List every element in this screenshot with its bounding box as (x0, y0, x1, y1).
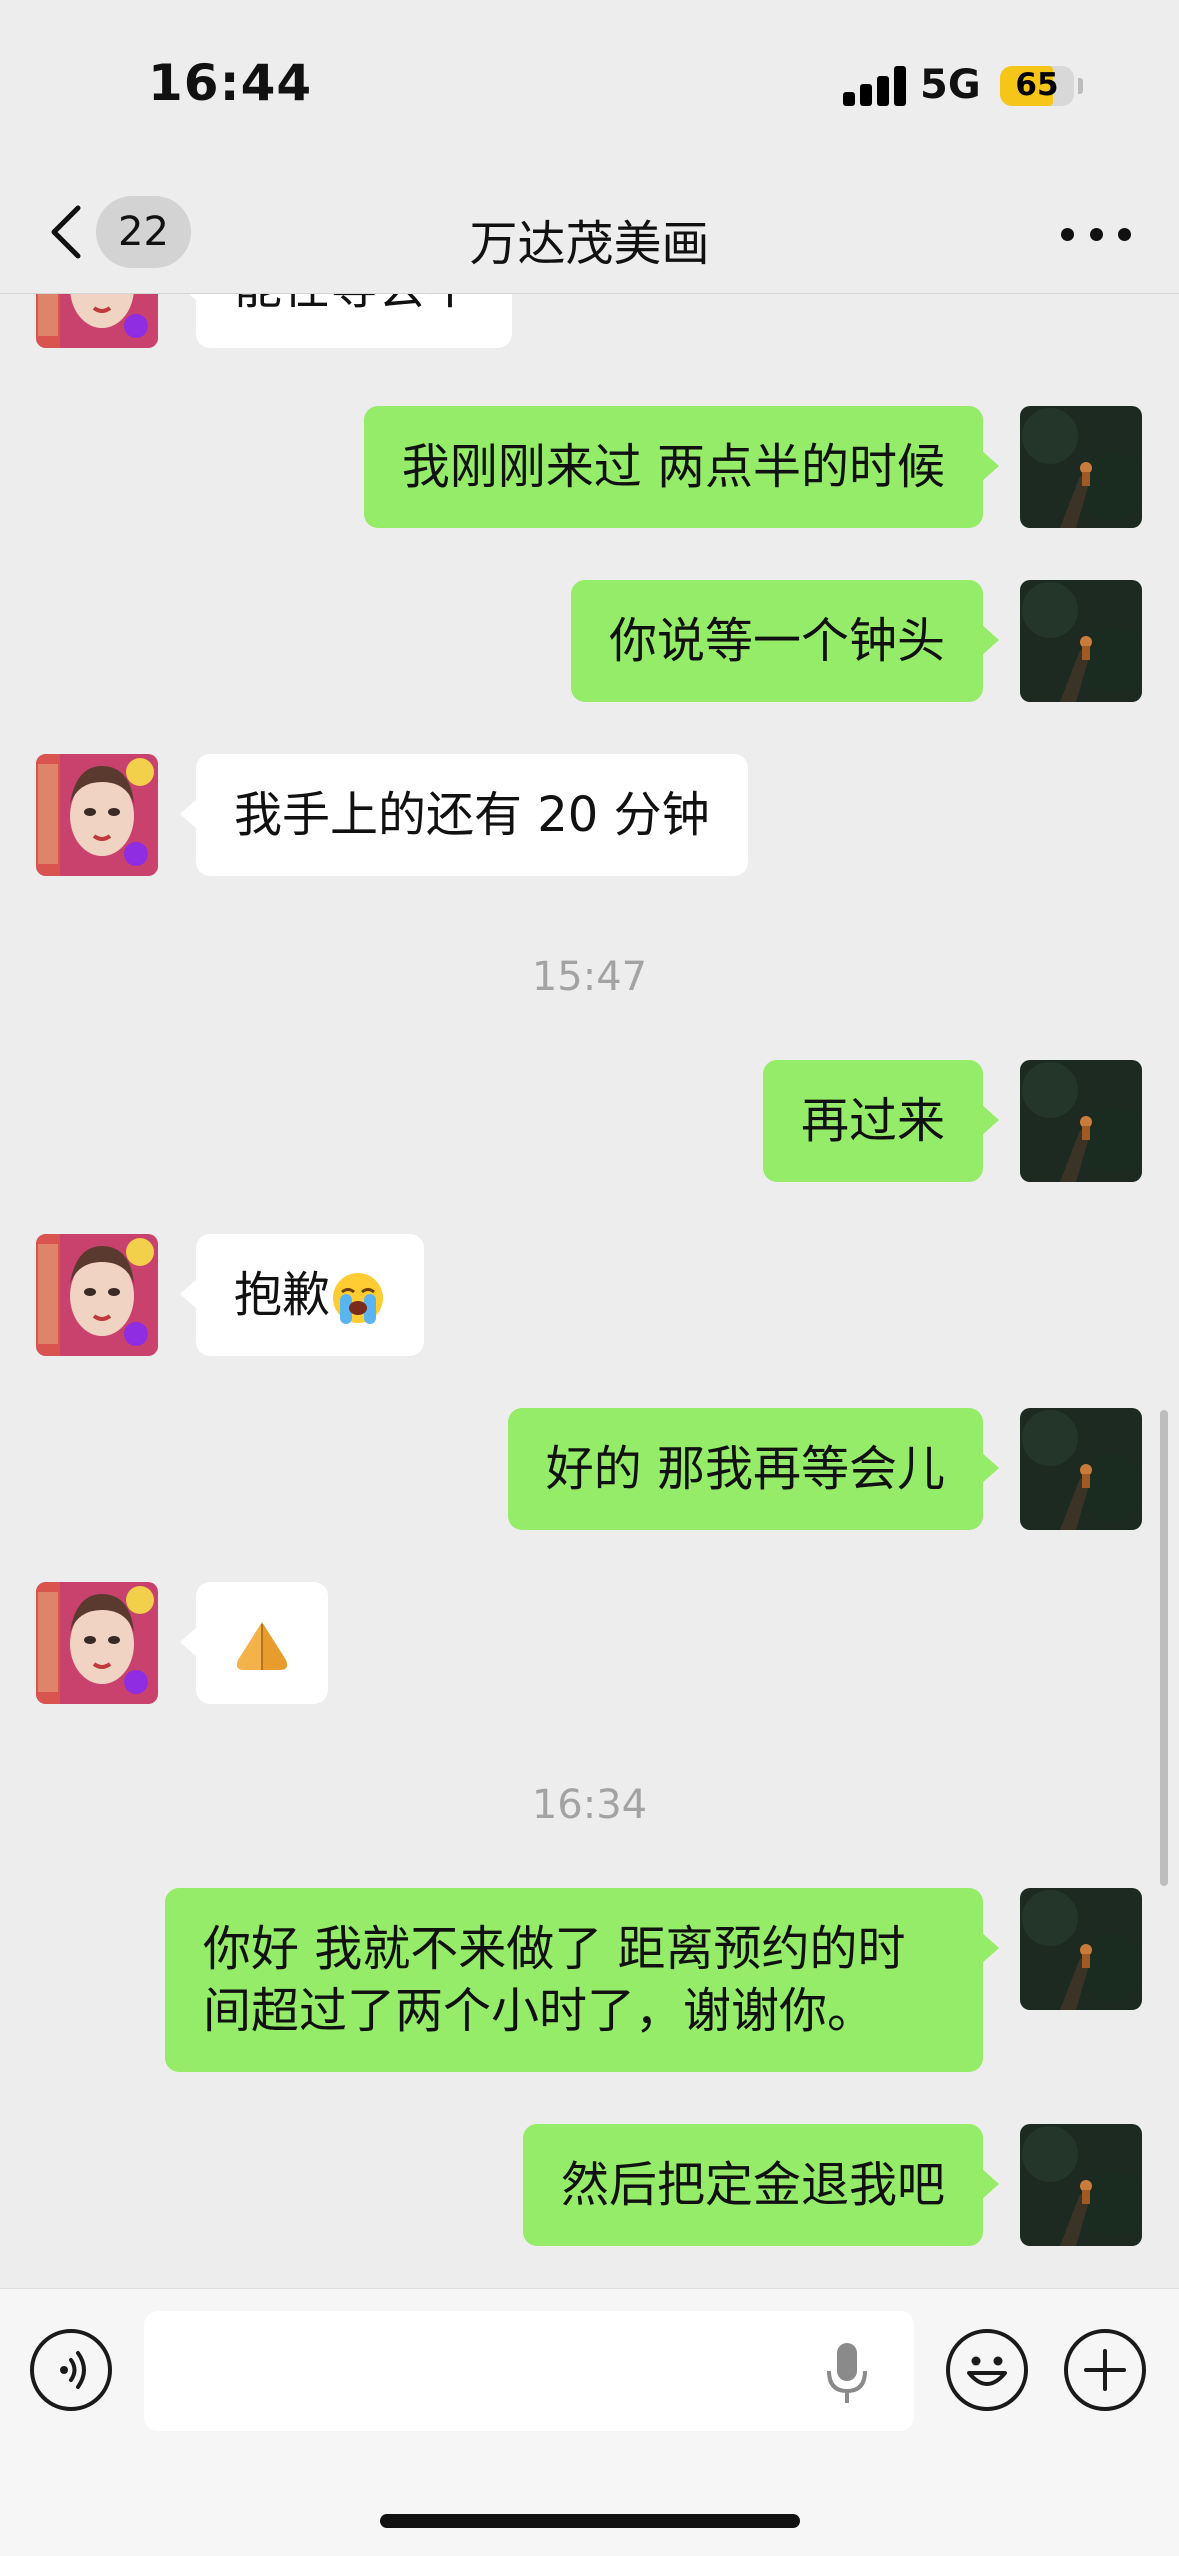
network-type: 5G (920, 62, 981, 108)
message-bubble-outgoing[interactable]: 再过来 (762, 1060, 1000, 1182)
cellular-signal-icon (843, 66, 907, 106)
message-bubble-outgoing[interactable]: 你说等一个钟头 (570, 580, 1000, 702)
more-dot (1089, 227, 1103, 241)
unread-count-badge[interactable]: 22 (96, 196, 191, 268)
message-bubble-incoming[interactable]: 能在等会不 (179, 294, 513, 348)
message-bubble-outgoing[interactable]: 好的 那我再等会儿 (507, 1408, 1000, 1530)
message-input[interactable] (144, 2311, 914, 2431)
scrollbar-thumb[interactable] (1160, 1410, 1168, 1886)
contact-avatar[interactable] (36, 754, 158, 876)
smiley-face-icon (967, 2356, 1007, 2386)
my-avatar[interactable] (1020, 1888, 1142, 2010)
microphone-icon[interactable] (822, 2339, 872, 2409)
more-options-button[interactable] (1061, 206, 1131, 262)
voice-mode-button[interactable] (30, 2329, 112, 2411)
my-avatar[interactable] (1020, 406, 1142, 528)
battery-icon: 65 (1000, 66, 1074, 106)
battery-cap (1078, 78, 1083, 94)
more-dot (1061, 227, 1074, 241)
message-bubble-incoming[interactable]: 我手上的还有 20 分钟 (180, 754, 748, 876)
message-timestamp: 15:47 (531, 954, 648, 1000)
message-list[interactable]: 能在等会不 我刚刚来过 两点半的时候 你说等一个钟头 我手上的还有 20 分钟 … (0, 294, 1179, 2294)
contact-avatar[interactable] (36, 1582, 158, 1704)
my-avatar[interactable] (1020, 1408, 1142, 1530)
message-bubble-outgoing[interactable]: 我刚刚来过 两点半的时候 (363, 406, 1000, 528)
contact-avatar[interactable] (36, 294, 158, 348)
chevron-left-icon (51, 205, 81, 259)
more-dot (1118, 227, 1131, 241)
emoji-button[interactable] (946, 2329, 1028, 2411)
folded-hands-icon (236, 1622, 288, 1670)
my-avatar[interactable] (1020, 1060, 1142, 1182)
back-button[interactable] (44, 202, 88, 262)
voice-wave-icon (60, 2351, 86, 2389)
chat-header: 22 万达茂美画 (0, 180, 1179, 294)
message-bubble-incoming[interactable]: 抱歉 (179, 1234, 425, 1356)
status-time: 16:44 (148, 54, 313, 112)
contact-avatar[interactable] (36, 1234, 158, 1356)
battery-level: 65 (1015, 67, 1059, 103)
my-avatar[interactable] (1020, 2124, 1142, 2246)
more-functions-button[interactable] (1064, 2329, 1146, 2411)
status-bar: 16:44 5G 65 (0, 0, 1179, 180)
my-avatar[interactable] (1020, 580, 1142, 702)
message-timestamp: 16:34 (531, 1782, 648, 1828)
plus-icon (1084, 2349, 1126, 2391)
message-bubble-outgoing[interactable]: 然后把定金退我吧 (522, 2124, 1000, 2246)
message-bubble-outgoing[interactable]: 你好 我就不来做了 距离预约的时间超过了两个小时了，谢谢你。 (165, 1888, 999, 2072)
loudly-crying-face-icon (333, 1273, 384, 1324)
message-text: 抱歉 (234, 1267, 331, 1323)
home-indicator[interactable] (380, 2514, 800, 2528)
message-bubble-incoming[interactable] (180, 1582, 328, 1704)
